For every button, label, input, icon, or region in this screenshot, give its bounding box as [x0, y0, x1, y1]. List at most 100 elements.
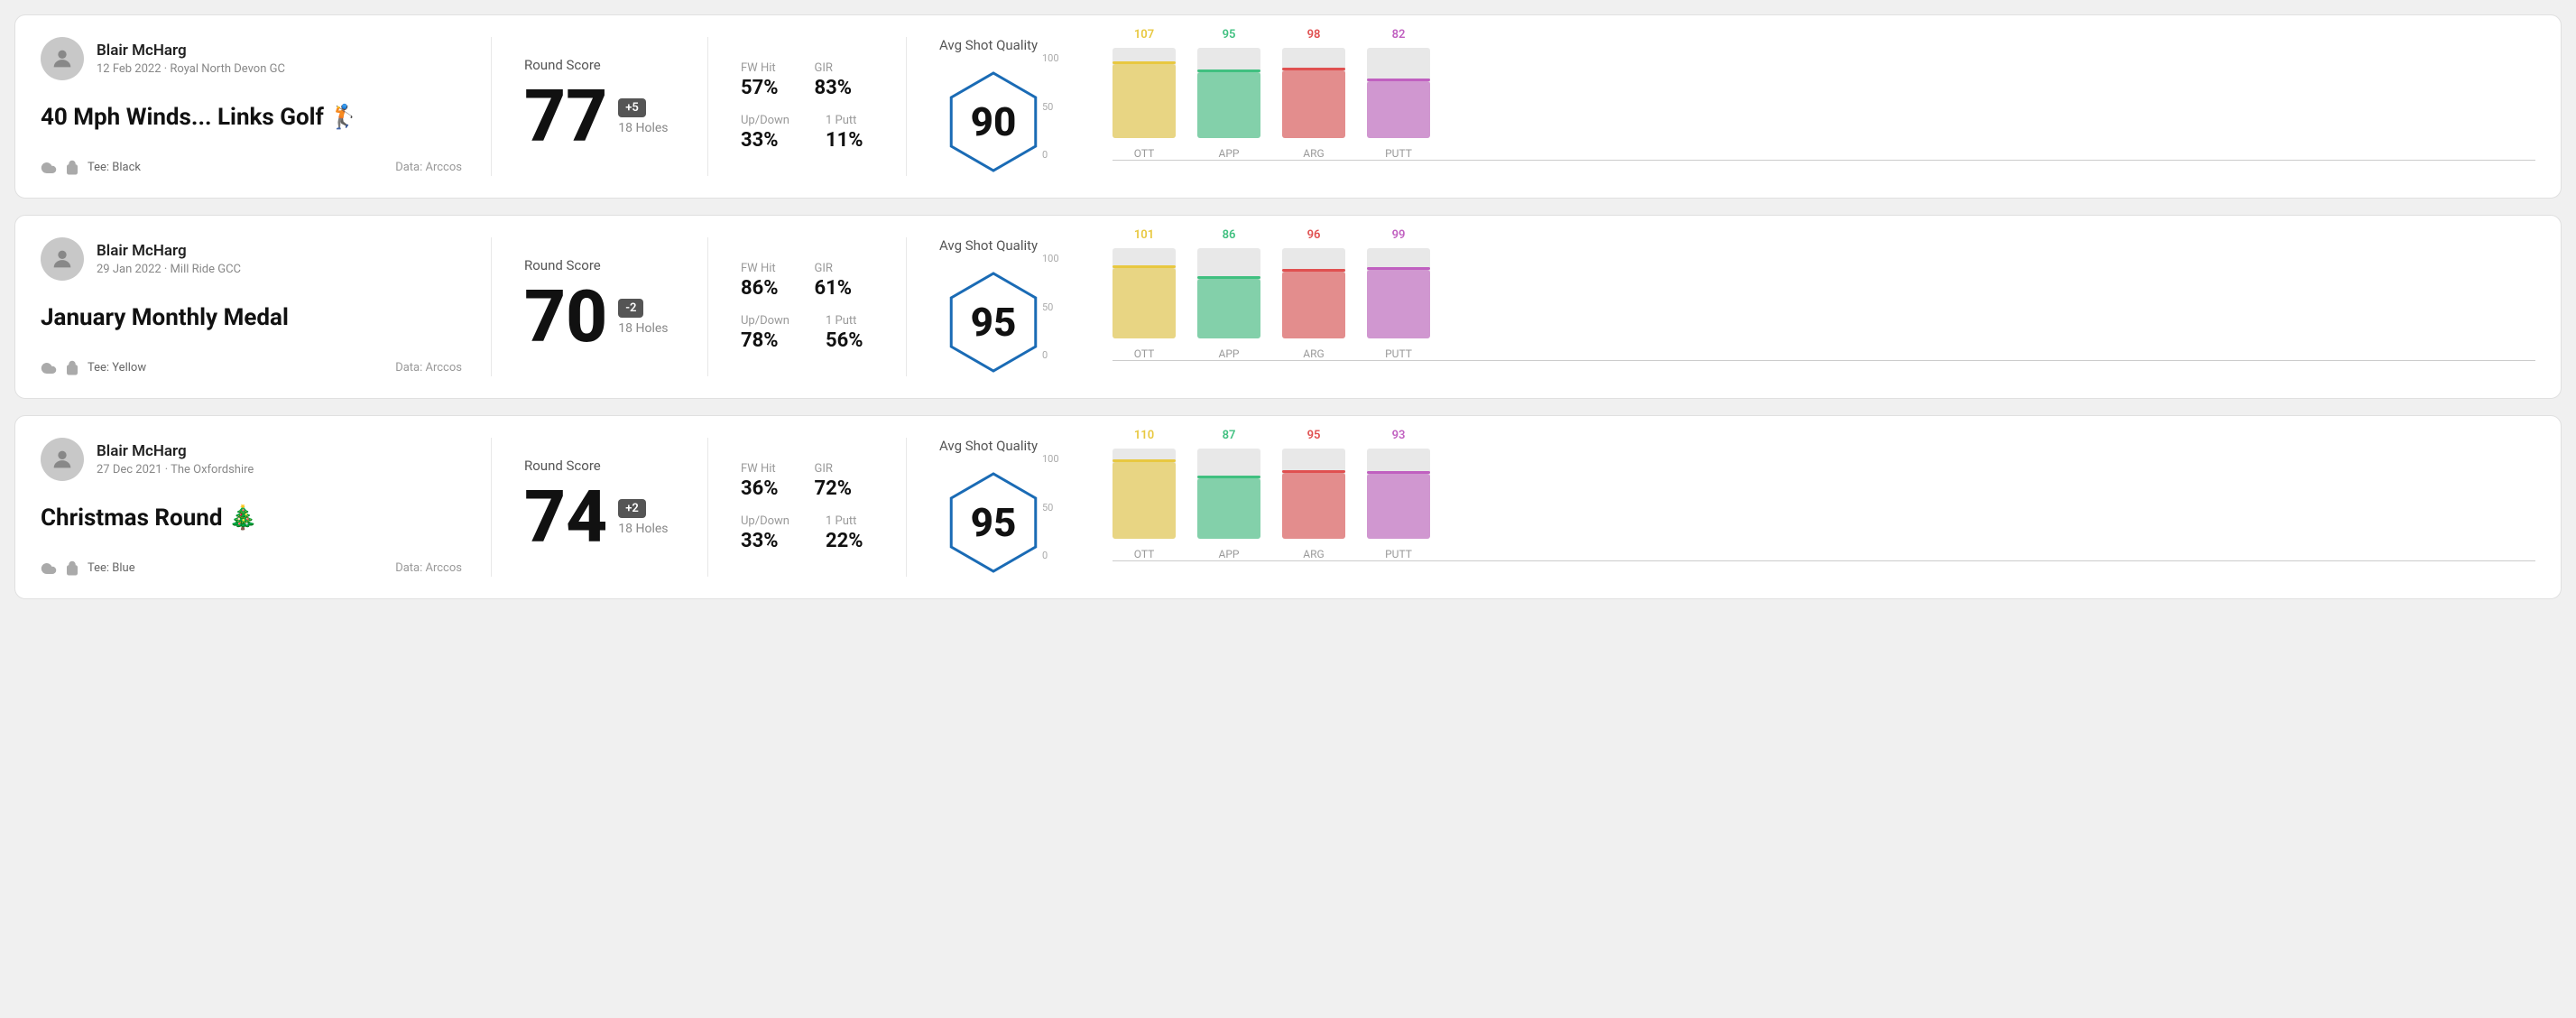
card-quality-section: Avg Shot Quality90100500107OTT95APP98ARG…	[907, 37, 2535, 176]
fw-hit-value: 57%	[741, 77, 779, 99]
bar-value-label: 95	[1223, 28, 1236, 42]
person-icon	[50, 447, 75, 472]
bar-group-ott: 101OTT	[1113, 248, 1176, 360]
data-source: Data: Arccos	[395, 161, 462, 174]
stat-updown: Up/Down33%	[741, 514, 789, 552]
bag-icon	[64, 360, 80, 376]
score-badge-group: +218 Holes	[618, 499, 668, 536]
user-header: Blair McHarg 12 Feb 2022 · Royal North De…	[41, 37, 462, 80]
quality-hexagon: 95	[939, 468, 1048, 577]
bar-value-label: 107	[1134, 28, 1154, 42]
stats-row-1: FW Hit86%GIR61%	[741, 262, 873, 300]
card-stats-section: FW Hit57%GIR83%Up/Down33%1 Putt11%	[708, 37, 907, 176]
user-header: Blair McHarg27 Dec 2021 · The Oxfordshir…	[41, 438, 462, 481]
bar-category-label: OTT	[1134, 548, 1155, 560]
y-axis-labels: 100500	[1042, 253, 1059, 361]
person-icon	[50, 46, 75, 71]
bag-icon	[64, 560, 80, 577]
user-name: Blair McHarg	[97, 42, 285, 60]
bar-fill	[1113, 64, 1176, 138]
avatar	[41, 237, 84, 281]
tee-label: Tee: Blue	[88, 561, 135, 575]
stat-gir: GIR61%	[815, 262, 853, 300]
bars-container: 110OTT87APP95ARG93PUTT	[1113, 453, 2535, 561]
bar-category-label: ARG	[1303, 548, 1324, 560]
bar-value-label: 86	[1223, 228, 1236, 242]
quality-left: Avg Shot Quality95	[939, 438, 1048, 577]
bag-icon	[64, 160, 80, 176]
card-quality-section: Avg Shot Quality95100500110OTT87APP95ARG…	[907, 438, 2535, 577]
user-meta: 12 Feb 2022 · Royal North Devon GC	[97, 62, 285, 76]
updown-label: Up/Down	[741, 314, 789, 328]
bars-container: 107OTT95APP98ARG82PUTT	[1113, 52, 2535, 161]
tee-info: Tee: Blue	[41, 560, 135, 577]
data-source: Data: Arccos	[395, 361, 462, 375]
card-stats-section: FW Hit86%GIR61% Up/Down78% 1 Putt56%	[708, 237, 907, 376]
gir-value: 61%	[815, 277, 853, 300]
stats-row-2: Up/Down78% 1 Putt56%	[741, 314, 873, 352]
avg-shot-quality-label: Avg Shot Quality	[939, 237, 1038, 254]
card-footer: Tee: Black Data: Arccos	[41, 160, 462, 176]
bar-value-label: 93	[1392, 429, 1406, 442]
stat-oneputt: 1 Putt 22%	[826, 514, 863, 552]
bar-category-label: PUTT	[1385, 147, 1412, 160]
round-title: January Monthly Medal	[41, 303, 462, 334]
tee-label: Tee: Black	[88, 161, 141, 174]
card-footer: Tee: Yellow Data: Arccos	[41, 360, 462, 376]
bar-fill	[1367, 81, 1430, 138]
stats-row-1: FW Hit36% GIR72%	[741, 462, 873, 500]
score-number: 77	[524, 80, 607, 153]
stat-fw-hit: FW Hit36%	[741, 462, 779, 500]
stat-gir: GIR72%	[815, 462, 853, 500]
avg-shot-quality-label: Avg Shot Quality	[939, 37, 1038, 53]
score-number: 74	[524, 481, 607, 553]
y-axis-labels: 100500	[1042, 52, 1059, 161]
bar-group-ott: 110OTT	[1113, 449, 1176, 560]
bar-category-label: APP	[1219, 548, 1240, 560]
quality-score-value: 95	[971, 499, 1017, 546]
card-left-round1: Blair McHarg 12 Feb 2022 · Royal North De…	[41, 37, 492, 176]
bar-category-label: PUTT	[1385, 347, 1412, 360]
oneputt-value: 22%	[826, 530, 863, 552]
bar-category-label: ARG	[1303, 147, 1324, 160]
user-meta: 29 Jan 2022 · Mill Ride GCC	[97, 263, 241, 276]
round-title: 40 Mph Winds... Links Golf 🏌️	[41, 103, 462, 134]
bar-group-putt: 99PUTT	[1367, 248, 1430, 360]
bar-fill	[1113, 462, 1176, 539]
bar-chart-wrapper: 100500107OTT95APP98ARG82PUTT	[1076, 52, 2535, 161]
score-badge: +5	[618, 98, 646, 117]
bar-group-putt: 93PUTT	[1367, 449, 1430, 560]
bar-value-label: 98	[1307, 28, 1321, 42]
oneputt-label: 1 Putt	[826, 314, 863, 328]
bar-value-label: 96	[1307, 228, 1321, 242]
round-score-label: Round Score	[524, 57, 675, 73]
y-axis-labels: 100500	[1042, 453, 1059, 561]
updown-label: Up/Down	[741, 114, 789, 127]
bar-value-label: 99	[1392, 228, 1406, 242]
bar-fill	[1113, 268, 1176, 338]
oneputt-label: 1 Putt	[826, 514, 863, 528]
cloud-icon	[41, 160, 57, 176]
bar-fill	[1367, 474, 1430, 539]
holes-label: 18 Holes	[618, 522, 668, 536]
gir-value: 72%	[815, 477, 853, 500]
stats-row-2: Up/Down33%1 Putt11%	[741, 114, 873, 152]
bar-fill	[1367, 270, 1430, 338]
bar-group-ott: 107OTT	[1113, 48, 1176, 160]
updown-value: 33%	[741, 530, 789, 552]
stats-row-2: Up/Down33% 1 Putt 22%	[741, 514, 873, 552]
oneputt-value: 11%	[826, 129, 863, 152]
bar-fill	[1282, 70, 1345, 138]
bar-category-label: APP	[1219, 147, 1240, 160]
updown-value: 78%	[741, 329, 789, 352]
stat-oneputt: 1 Putt56%	[826, 314, 863, 352]
tee-info: Tee: Black	[41, 160, 141, 176]
bar-group-app: 86APP	[1197, 248, 1260, 360]
bars-container: 101OTT86APP96ARG99PUTT	[1113, 253, 2535, 361]
stat-fw-hit: FW Hit57%	[741, 61, 779, 99]
score-badge-group: +518 Holes	[618, 98, 668, 135]
user-info: Blair McHarg29 Jan 2022 · Mill Ride GCC	[97, 242, 241, 275]
stat-oneputt: 1 Putt11%	[826, 114, 863, 152]
bar-fill	[1197, 279, 1260, 338]
bar-chart-wrapper: 100500110OTT87APP95ARG93PUTT	[1076, 453, 2535, 561]
